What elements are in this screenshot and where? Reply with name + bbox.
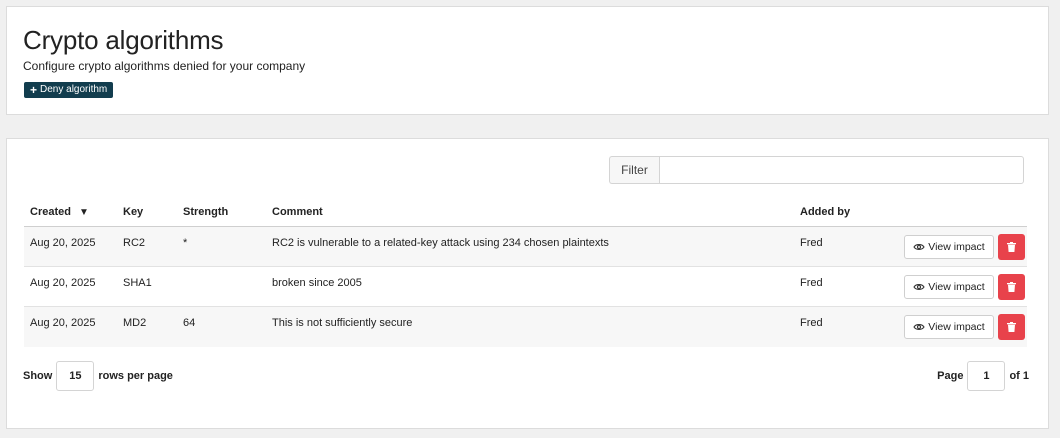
column-header-key[interactable]: Key	[123, 206, 143, 218]
page-count-label: of 1	[1009, 370, 1029, 382]
cell-comment: RC2 is vulnerable to a related-key attac…	[272, 237, 609, 249]
deny-algorithm-button[interactable]: + Deny algorithm	[24, 82, 114, 98]
view-impact-label: View impact	[928, 321, 985, 333]
table-row: Aug 20, 2025 SHA1 broken since 2005 Fred…	[24, 267, 1027, 307]
delete-button[interactable]	[998, 234, 1025, 260]
cell-strength: *	[183, 237, 188, 249]
table-row: Aug 20, 2025 RC2 * RC2 is vulnerable to …	[24, 227, 1027, 267]
filter-group: Filter	[609, 156, 1024, 184]
plus-icon: +	[30, 83, 38, 97]
cell-added-by: Fred	[800, 277, 823, 289]
filter-input[interactable]	[659, 156, 1024, 184]
eye-icon	[913, 244, 925, 250]
eye-icon	[913, 324, 925, 330]
rows-per-page-label: rows per page	[98, 370, 173, 382]
cell-comment: broken since 2005	[272, 277, 362, 289]
rows-per-page-control: Show 15 rows per page	[23, 361, 173, 391]
trash-icon	[1007, 242, 1016, 252]
view-impact-button[interactable]: View impact	[904, 315, 994, 339]
table-header: Created ▼ Key Strength Comment Added by	[24, 199, 1027, 227]
page-title: Crypto algorithms	[23, 25, 224, 55]
cell-added-by: Fred	[800, 237, 823, 249]
trash-icon	[1007, 322, 1016, 332]
trash-icon	[1007, 282, 1016, 292]
table-row: Aug 20, 2025 MD2 64 This is not sufficie…	[24, 307, 1027, 347]
delete-button[interactable]	[998, 314, 1025, 340]
page-label: Page	[937, 370, 964, 382]
delete-button[interactable]	[998, 274, 1025, 300]
cell-key: SHA1	[123, 277, 152, 289]
cell-created: Aug 20, 2025	[30, 317, 96, 329]
view-impact-label: View impact	[928, 241, 985, 253]
column-header-created[interactable]: Created ▼	[30, 206, 89, 218]
sort-desc-icon: ▼	[78, 207, 89, 218]
pagination-control: Page 1 of 1	[937, 361, 1029, 391]
cell-key: MD2	[123, 317, 147, 329]
header-card: Crypto algorithms Configure crypto algor…	[6, 6, 1049, 115]
view-impact-button[interactable]: View impact	[904, 235, 994, 259]
page-subtitle: Configure crypto algorithms denied for y…	[23, 59, 306, 73]
eye-icon	[913, 284, 925, 290]
column-header-comment[interactable]: Comment	[272, 206, 323, 218]
cell-comment: This is not sufficiently secure	[272, 317, 413, 329]
cell-key: RC2	[123, 237, 146, 249]
rows-per-page-select[interactable]: 15	[56, 361, 95, 391]
algorithms-table: Created ▼ Key Strength Comment Added by A…	[24, 199, 1027, 347]
algorithms-card: Filter Created ▼ Key Strength Comment Add…	[6, 138, 1049, 429]
cell-added-by: Fred	[800, 317, 823, 329]
column-header-added-by[interactable]: Added by	[800, 206, 850, 218]
cell-created: Aug 20, 2025	[30, 237, 96, 249]
filter-label: Filter	[609, 156, 659, 184]
view-impact-button[interactable]: View impact	[904, 275, 994, 299]
cell-created: Aug 20, 2025	[30, 277, 96, 289]
column-header-created-label: Created	[30, 206, 71, 218]
view-impact-label: View impact	[928, 281, 985, 293]
deny-algorithm-label: Deny algorithm	[40, 84, 108, 95]
column-header-strength[interactable]: Strength	[183, 206, 228, 218]
show-label: Show	[23, 370, 53, 382]
cell-strength: 64	[183, 317, 196, 329]
page-number-input[interactable]: 1	[967, 361, 1006, 391]
